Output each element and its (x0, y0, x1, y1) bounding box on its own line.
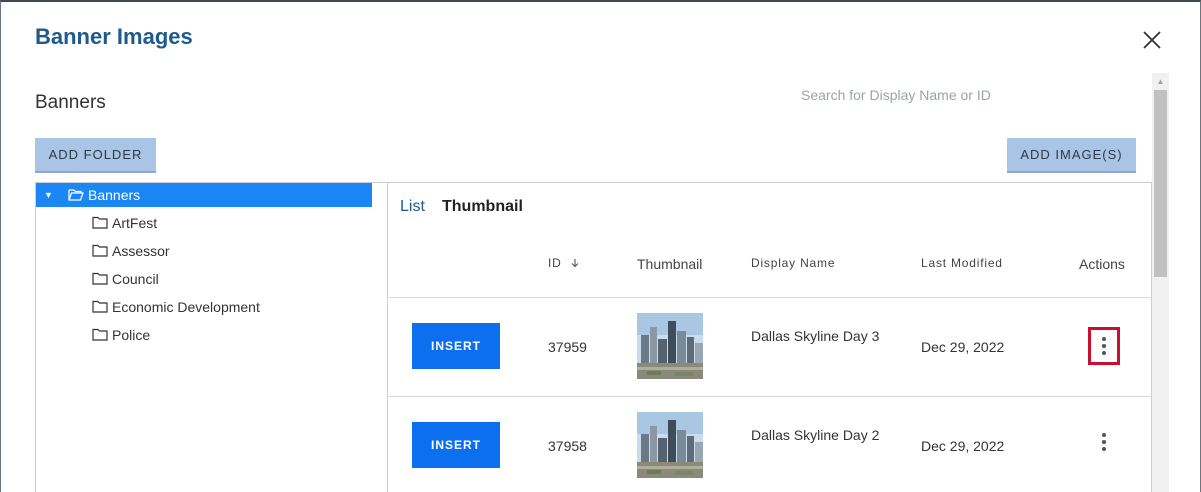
tree-item-label: Police (112, 327, 151, 343)
folder-icon (92, 216, 108, 229)
last-modified: Dec 29, 2022 (921, 438, 1005, 454)
insert-button[interactable]: INSERT (412, 422, 500, 468)
add-images-button[interactable]: ADD IMAGE(S) (1007, 138, 1136, 173)
insert-button[interactable]: INSERT (412, 323, 500, 369)
tree-item-label: Banners (88, 187, 141, 203)
column-header-id[interactable]: ID (548, 256, 580, 270)
caret-down-icon[interactable]: ▼ (44, 183, 53, 207)
folder-icon (92, 328, 108, 341)
folder-icon (92, 300, 108, 313)
image-id: 37958 (548, 438, 587, 454)
row-divider (388, 297, 1152, 298)
display-name: Dallas Skyline Day 3 (751, 328, 880, 344)
folder-icon (92, 272, 108, 285)
tree-item-label: Assessor (112, 243, 170, 259)
column-header-thumbnail: Thumbnail (637, 256, 703, 272)
thumbnail-image[interactable] (637, 412, 703, 478)
tree-item-label: Economic Development (112, 299, 260, 315)
row-divider (388, 396, 1152, 397)
vertical-scrollbar[interactable]: ▲ (1152, 73, 1169, 492)
search-input[interactable] (801, 84, 1131, 106)
section-title: Banners (35, 92, 106, 113)
close-icon[interactable] (1141, 29, 1163, 51)
column-header-actions: Actions (1079, 256, 1125, 272)
tab-list[interactable]: List (400, 198, 425, 216)
image-list-panel: List Thumbnail ID Thumbnail Display Name… (387, 182, 1152, 492)
column-header-display-name[interactable]: Display Name (751, 256, 835, 270)
tree-item-label: Council (112, 271, 159, 287)
modal-title: Banner Images (35, 24, 193, 49)
tree-item-label: ArtFest (112, 215, 158, 231)
more-actions-icon[interactable] (1088, 426, 1120, 464)
add-folder-button[interactable]: ADD FOLDER (35, 138, 156, 173)
display-name: Dallas Skyline Day 2 (751, 427, 880, 443)
scrollbar-thumb[interactable] (1154, 90, 1167, 277)
arrow-down-icon (571, 259, 579, 268)
folder-open-icon (68, 189, 84, 201)
tree-item-banners[interactable]: ▼ Banners (36, 183, 372, 207)
folder-icon (92, 244, 108, 257)
thumbnail-image[interactable] (637, 313, 703, 379)
more-actions-icon[interactable] (1088, 327, 1120, 365)
scroll-up-arrow-icon[interactable]: ▲ (1152, 73, 1169, 90)
column-header-label: ID (548, 256, 562, 270)
last-modified: Dec 29, 2022 (921, 339, 1005, 355)
column-header-last-modified[interactable]: Last Modified (921, 256, 1003, 270)
folder-tree: ▼ Banners ArtFest Assessor Council Econo… (35, 182, 388, 492)
image-id: 37959 (548, 339, 587, 355)
banner-images-modal: Banner Images Banners ADD FOLDER ADD IMA… (0, 0, 1201, 492)
tab-thumbnail[interactable]: Thumbnail (442, 198, 523, 216)
